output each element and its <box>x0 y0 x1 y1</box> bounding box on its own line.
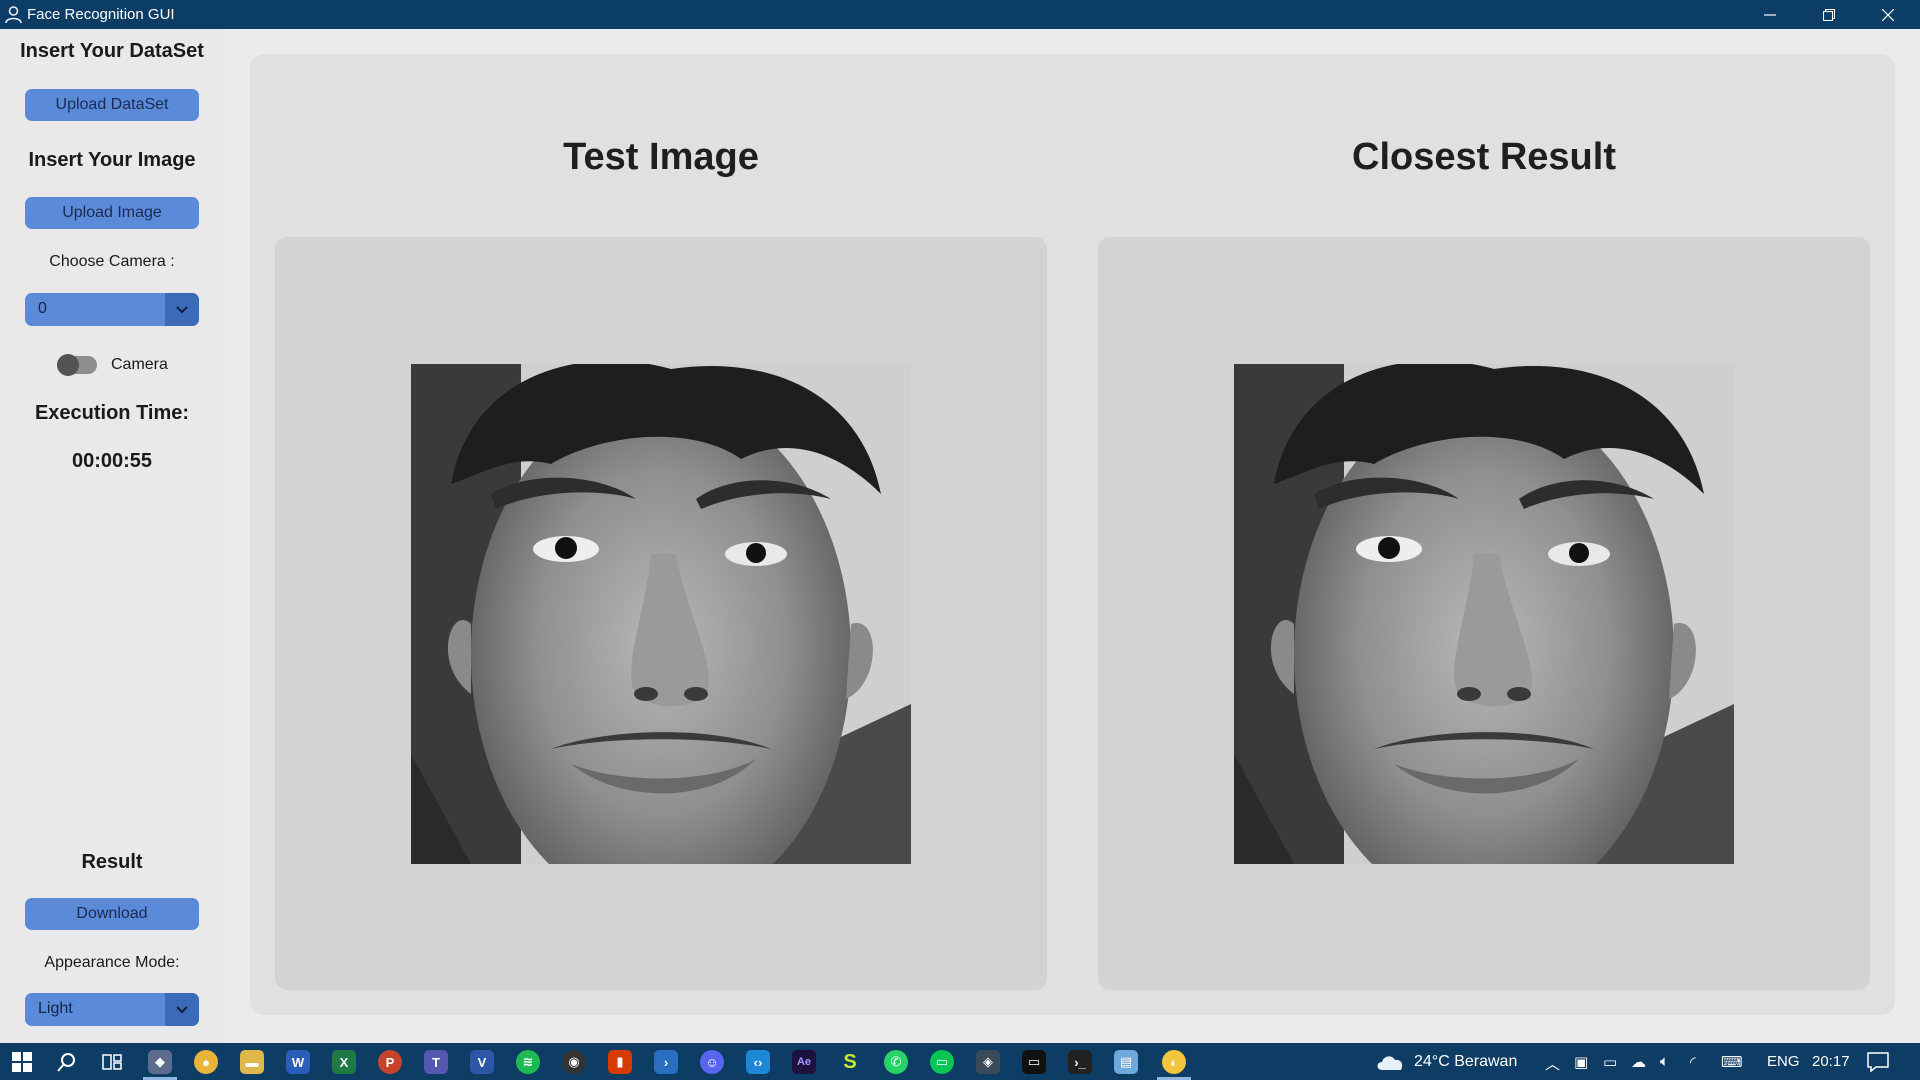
execution-time-value: 00:00:55 <box>71 450 153 472</box>
image-heading: Insert Your Image <box>28 149 196 171</box>
upload-image-button[interactable]: Upload Image <box>25 197 199 229</box>
result-face-image <box>1234 364 1734 864</box>
cloud-icon[interactable] <box>1374 1052 1406 1072</box>
app-s-icon[interactable]: S <box>838 1050 862 1074</box>
whatsapp-icon[interactable]: ✆ <box>884 1050 908 1074</box>
appearance-mode-label: Appearance Mode: <box>44 954 180 971</box>
closest-result-frame <box>1098 237 1870 990</box>
onedrive-icon[interactable]: ☁ <box>1631 1053 1646 1071</box>
camera-toggle-label: Camera <box>111 356 168 373</box>
window-title: Face Recognition GUI <box>27 6 175 23</box>
dev-app-icon[interactable]: ◆ <box>148 1050 172 1074</box>
weather-text[interactable]: 24°C Berawan <box>1414 1053 1517 1071</box>
visio-icon[interactable]: V <box>470 1050 494 1074</box>
language-indicator[interactable]: ENG <box>1767 1053 1800 1070</box>
python-icon[interactable]: ◐ <box>1162 1050 1186 1074</box>
terminal-icon[interactable]: ▭ <box>1022 1050 1046 1074</box>
keyboard-icon[interactable]: ⌨︎ <box>1721 1053 1743 1071</box>
choose-camera-label: Choose Camera : <box>49 253 175 270</box>
test-face-image <box>411 364 911 864</box>
task-view-icon[interactable] <box>100 1050 124 1074</box>
teams-icon[interactable]: T <box>424 1050 448 1074</box>
minimize-icon[interactable] <box>1747 0 1793 29</box>
obs-icon[interactable]: ◉ <box>562 1050 586 1074</box>
close-icon[interactable] <box>1865 0 1911 29</box>
camera-toggle[interactable] <box>57 354 97 376</box>
test-image-frame <box>275 237 1047 990</box>
test-image-title: Test Image <box>563 136 759 178</box>
chevron-down-icon[interactable] <box>165 993 199 1026</box>
result-heading: Result <box>81 851 143 873</box>
closest-result-title: Closest Result <box>1352 136 1616 178</box>
discord-icon[interactable]: ☺ <box>700 1050 724 1074</box>
notepad-icon[interactable]: ▤ <box>1114 1050 1138 1074</box>
download-button[interactable]: Download <box>25 898 199 930</box>
app-person-icon <box>5 6 22 24</box>
notification-icon[interactable] <box>1867 1052 1889 1072</box>
taskbar: ◆ ● ▬ W X P T V ≋ ◉ ▮ › ☺ ‹› Ae S ✆ ▭ ◈ … <box>0 1043 1920 1080</box>
vscode-icon[interactable]: ‹› <box>746 1050 770 1074</box>
search-icon[interactable] <box>55 1050 79 1074</box>
wifi-icon[interactable]: ◜ <box>1690 1053 1696 1071</box>
title-bar: Face Recognition GUI <box>0 0 1920 29</box>
chrome-icon[interactable]: ● <box>194 1050 218 1074</box>
sidebar: Insert Your DataSet Upload DataSet Inser… <box>0 29 224 1043</box>
camera-dropdown[interactable]: 0 <box>25 293 199 326</box>
word-icon[interactable]: W <box>286 1050 310 1074</box>
camera-dropdown-value: 0 <box>38 300 47 317</box>
dataset-heading: Insert Your DataSet <box>20 40 204 62</box>
chevron-down-icon[interactable] <box>165 293 199 326</box>
line-icon[interactable]: ▭ <box>930 1050 954 1074</box>
excel-icon[interactable]: X <box>332 1050 356 1074</box>
git-icon[interactable]: ◈ <box>976 1050 1000 1074</box>
after-effects-icon[interactable]: Ae <box>792 1050 816 1074</box>
restore-icon[interactable] <box>1806 0 1852 29</box>
windows-start-icon[interactable] <box>10 1050 34 1074</box>
chevron-up-icon[interactable]: ︿ <box>1545 1053 1560 1074</box>
battery-icon[interactable]: ▭ <box>1603 1053 1617 1071</box>
meet-icon[interactable]: ▣ <box>1574 1053 1588 1071</box>
cmd-icon[interactable]: ›_ <box>1068 1050 1092 1074</box>
powershell-icon[interactable]: › <box>654 1050 678 1074</box>
clock[interactable]: 20:17 <box>1812 1053 1850 1070</box>
upload-dataset-button[interactable]: Upload DataSet <box>25 89 199 121</box>
appearance-dropdown[interactable]: Light <box>25 993 199 1026</box>
execution-time-heading: Execution Time: <box>34 402 190 424</box>
toggle-knob <box>57 354 79 376</box>
file-explorer-icon[interactable]: ▬ <box>240 1050 264 1074</box>
office-icon[interactable]: ▮ <box>608 1050 632 1074</box>
spotify-icon[interactable]: ≋ <box>516 1050 540 1074</box>
powerpoint-icon[interactable]: P <box>378 1050 402 1074</box>
main-panel: Test Image Closest Result <box>250 54 1895 1015</box>
volume-icon[interactable]: 🔈︎ <box>1660 1053 1669 1070</box>
appearance-dropdown-value: Light <box>38 1000 73 1017</box>
